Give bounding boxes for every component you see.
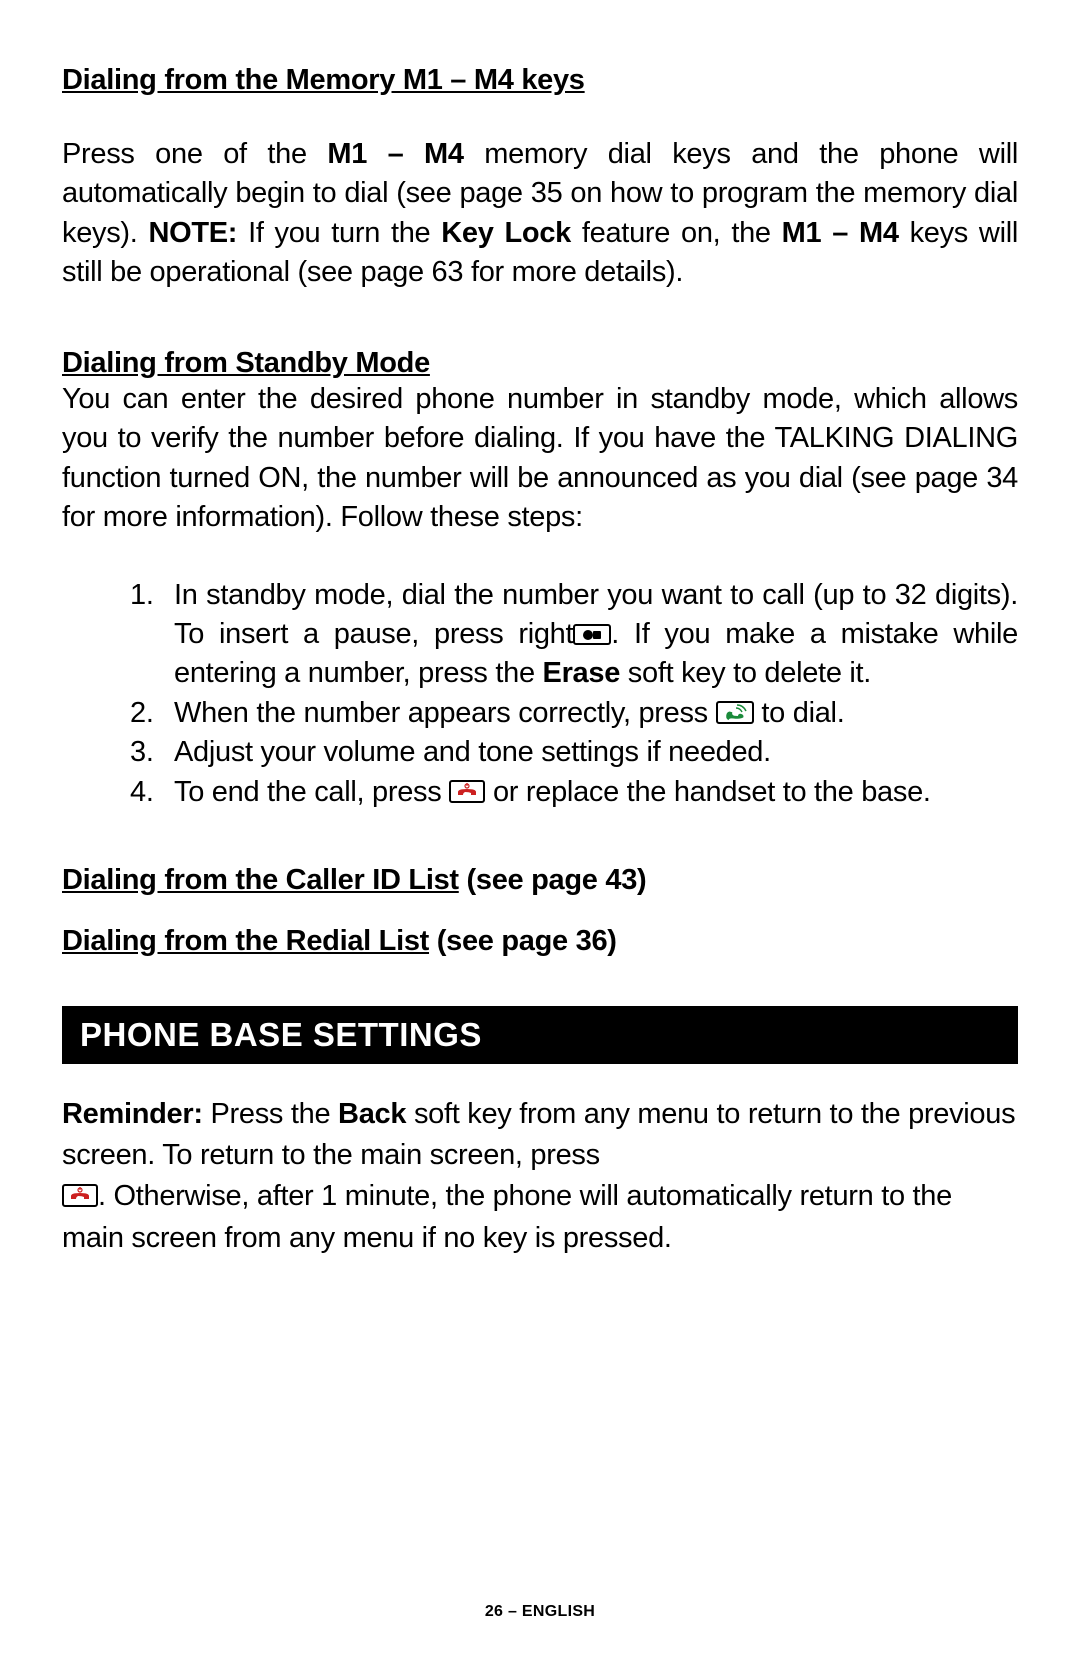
text-bold: M1 – M4: [327, 138, 463, 170]
ref-title: Dialing from the Redial List: [62, 925, 429, 957]
heading-standby-mode: Dialing from Standby Mode: [62, 347, 1018, 380]
text-bold: Erase: [543, 657, 621, 689]
section-header-bar: PHONE BASE SETTINGS: [62, 1006, 1018, 1064]
ref-title: Dialing from the Caller ID List: [62, 864, 459, 896]
ordered-list: In standby mode, dial the number you wan…: [62, 576, 1018, 813]
text: to dial.: [761, 697, 844, 729]
text: feature on, the: [571, 217, 782, 249]
text: soft key to delete it.: [620, 657, 871, 689]
document-page: Dialing from the Memory M1 – M4 keys Pre…: [0, 0, 1080, 1669]
paragraph-standby-mode: You can enter the desired phone number i…: [62, 380, 1018, 538]
text: If you turn the: [237, 217, 441, 249]
list-item: In standby mode, dial the number you wan…: [174, 576, 1018, 694]
text-bold: Key Lock: [441, 217, 571, 249]
end-call-key-icon: [449, 780, 485, 803]
text-bold: Back: [338, 1098, 406, 1130]
list-item: Adjust your volume and tone settings if …: [174, 733, 1018, 772]
ref-page: (see page 36): [429, 925, 617, 957]
note-label: NOTE:: [148, 217, 237, 249]
record-key-icon: [573, 624, 611, 645]
text: When the number appears correctly, press: [174, 697, 716, 729]
paragraph-reminder: Reminder: Press the Back soft key from a…: [62, 1094, 1018, 1259]
text: Press the: [203, 1098, 338, 1130]
list-item: When the number appears correctly, press…: [174, 694, 1018, 733]
ref-caller-id: Dialing from the Caller ID List (see pag…: [62, 864, 1018, 897]
text: Press one of the: [62, 138, 327, 170]
ref-page: (see page 43): [459, 864, 647, 896]
text: . Otherwise, after 1 minute, the phone w…: [62, 1180, 952, 1253]
reminder-label: Reminder:: [62, 1098, 203, 1130]
end-call-key-icon: [62, 1184, 98, 1207]
paragraph-memory-keys: Press one of the M1 – M4 memory dial key…: [62, 135, 1018, 293]
list-item: To end the call, press or replace the ha…: [174, 773, 1018, 812]
talk-key-icon: [716, 701, 754, 724]
ref-redial: Dialing from the Redial List (see page 3…: [62, 925, 1018, 958]
text: or replace the handset to the base.: [493, 776, 931, 808]
page-footer: 26 – ENGLISH: [0, 1603, 1080, 1621]
heading-memory-keys: Dialing from the Memory M1 – M4 keys: [62, 64, 1018, 97]
text: To end the call, press: [174, 776, 449, 808]
text-bold: M1 – M4: [782, 217, 899, 249]
